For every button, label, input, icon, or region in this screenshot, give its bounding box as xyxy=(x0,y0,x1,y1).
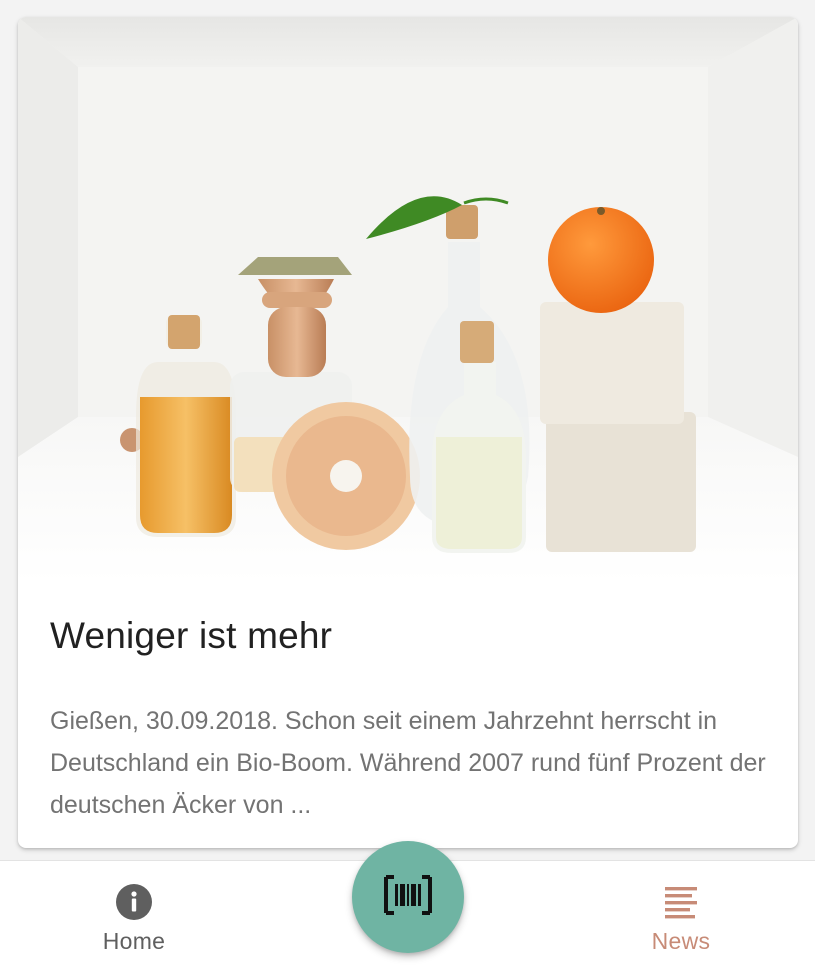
article-image xyxy=(18,17,798,583)
nav-label-news: News xyxy=(651,928,711,954)
info-icon xyxy=(116,884,152,920)
barcode-scan-icon xyxy=(384,875,432,915)
article-card[interactable]: Weniger ist mehr Gießen, 30.09.2018. Sch… xyxy=(18,17,798,848)
article-excerpt: Gießen, 30.09.2018. Schon seit einem Jah… xyxy=(50,707,766,819)
nav-item-home[interactable]: Home xyxy=(64,861,204,974)
news-list-icon xyxy=(665,887,697,919)
nav-label-home: Home xyxy=(102,928,166,954)
article-title[interactable]: Weniger ist mehr xyxy=(50,615,332,657)
scan-barcode-button[interactable] xyxy=(352,841,464,953)
nav-item-news[interactable]: News xyxy=(611,861,751,974)
